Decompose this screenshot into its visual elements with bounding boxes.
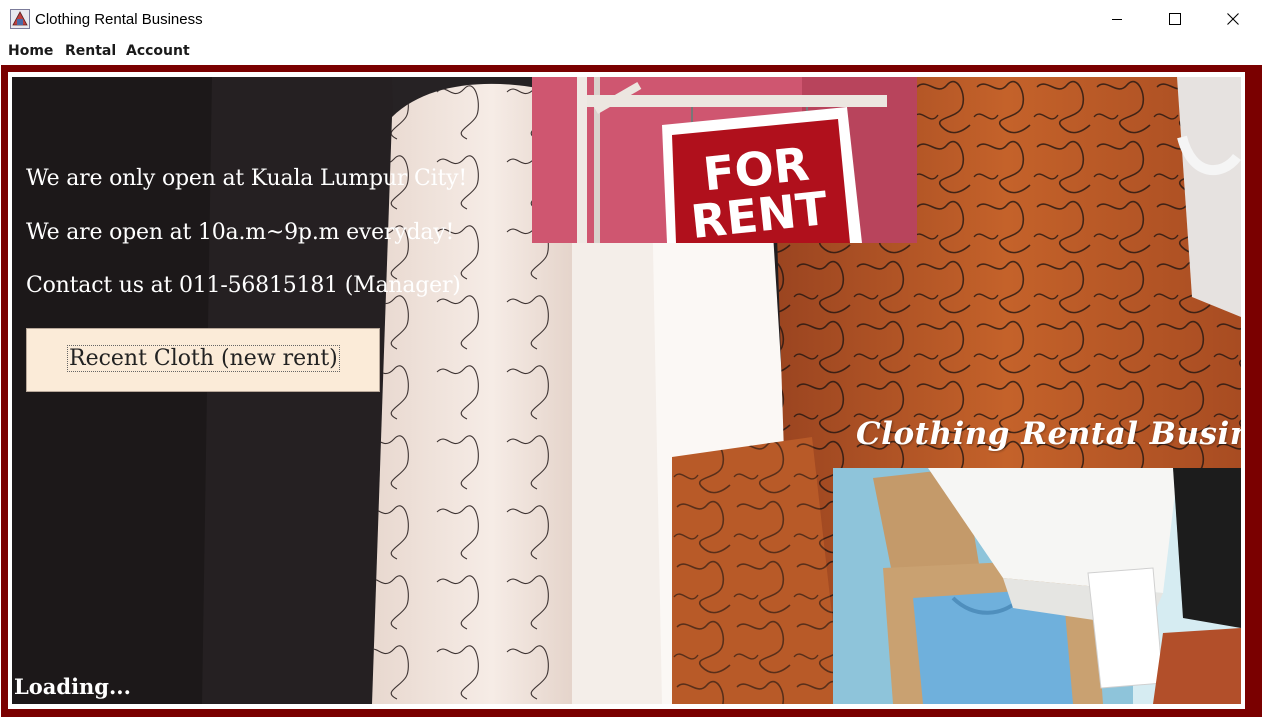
contact-info: Contact us at 011-56815181 (Manager) — [26, 273, 461, 298]
menu-account[interactable]: Account — [126, 43, 190, 59]
maximize-icon — [1169, 13, 1181, 25]
minimize-icon — [1112, 19, 1122, 20]
menu-bar: Home Rental Account — [0, 38, 1263, 65]
loading-status: Loading... — [14, 674, 131, 699]
menu-rental[interactable]: Rental — [65, 43, 116, 59]
app-icon — [10, 9, 30, 29]
recent-cloth-label: Recent Cloth (new rent) — [67, 345, 340, 372]
hours-info: We are open at 10a.m~9p.m everyday! — [26, 220, 455, 245]
for-rent-sign-picture: FOR RENT — [532, 77, 917, 243]
brand-title: Clothing Rental Business — [856, 416, 1241, 452]
window-title: Clothing Rental Business — [35, 11, 203, 28]
main-frame: FOR RENT We are only open at Kuala Lumpu… — [1, 65, 1262, 717]
close-icon — [1227, 13, 1239, 25]
title-bar: Clothing Rental Business — [0, 0, 1263, 38]
location-info: We are only open at Kuala Lumpur City! — [26, 166, 467, 191]
menu-home[interactable]: Home — [8, 43, 53, 59]
folded-tshirts-picture — [833, 468, 1241, 704]
folded-tshirts-image — [833, 468, 1241, 704]
close-button[interactable] — [1204, 0, 1262, 38]
for-rent-sign-image: FOR RENT — [532, 77, 917, 243]
recent-cloth-button[interactable]: Recent Cloth (new rent) — [26, 328, 380, 392]
minimize-button[interactable] — [1088, 0, 1146, 38]
frame-inner-border: FOR RENT We are only open at Kuala Lumpu… — [8, 72, 1245, 709]
clothing-background-image: FOR RENT We are only open at Kuala Lumpu… — [12, 77, 1241, 704]
maximize-button[interactable] — [1146, 0, 1204, 38]
